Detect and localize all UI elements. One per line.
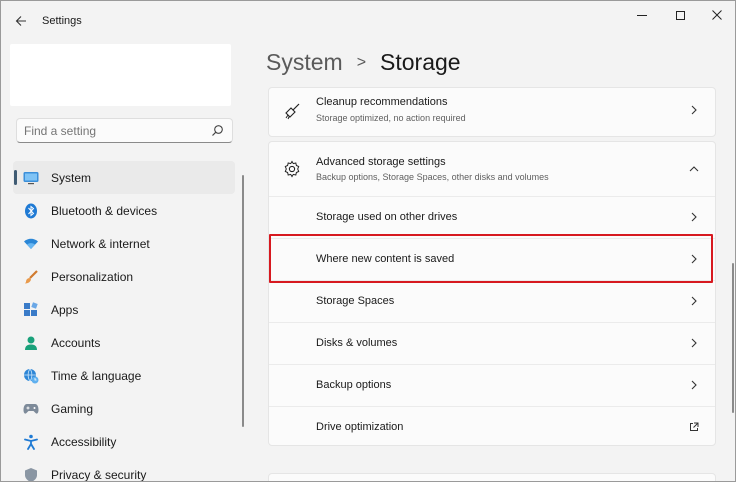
gamepad-icon (23, 401, 39, 417)
sidebar-item-label: Personalization (51, 269, 134, 284)
sidebar-item-label: Privacy & security (51, 467, 147, 482)
sidebar-scrollbar[interactable] (242, 175, 244, 427)
monitor-icon (23, 170, 39, 186)
row-label: Disks & volumes (316, 337, 398, 349)
apps-icon (23, 301, 39, 318)
bluetooth-icon (23, 203, 39, 219)
chevron-right-icon (691, 338, 697, 348)
disks-volumes-row[interactable]: Disks & volumes (269, 322, 715, 363)
sidebar-item-label: System (51, 170, 92, 185)
sidebar-item-bluetooth[interactable]: Bluetooth & devices (13, 194, 235, 227)
sidebar-item-accounts[interactable]: Accounts (13, 326, 235, 359)
active-indicator (14, 170, 17, 185)
sidebar-nav: System Bluetooth & devices Network & int… (13, 161, 235, 482)
search-input[interactable] (24, 124, 204, 138)
maximize-button[interactable] (662, 1, 698, 29)
page-title: Storage (380, 49, 461, 75)
sidebar-item-label: Apps (51, 302, 79, 317)
title-bar: Settings (1, 1, 735, 41)
broom-icon (283, 102, 301, 120)
back-button[interactable] (11, 11, 31, 31)
sidebar-item-label: Bluetooth & devices (51, 203, 158, 218)
breadcrumb-parent[interactable]: System (266, 49, 343, 76)
settings-window: Settings System Bluetooth & devices (0, 0, 736, 482)
profile-card[interactable] (10, 44, 231, 106)
sidebar-item-label: Network & internet (51, 236, 150, 251)
chevron-right-icon (691, 105, 697, 115)
breadcrumb-separator: > (356, 53, 367, 71)
maximize-icon (675, 10, 685, 20)
close-button[interactable] (699, 1, 735, 29)
wifi-icon (23, 236, 39, 252)
storage-spaces-row[interactable]: Storage Spaces (269, 280, 715, 321)
advanced-storage-header[interactable]: Advanced storage settings Backup options… (269, 142, 715, 196)
advanced-storage-settings-card: Advanced storage settings Backup options… (268, 141, 716, 446)
row-label: Drive optimization (316, 421, 404, 433)
sidebar-item-time-language[interactable]: Time & language (13, 359, 235, 392)
chevron-up-icon[interactable] (689, 164, 699, 174)
breadcrumb: System > Storage (266, 49, 461, 76)
accessibility-icon (23, 434, 39, 450)
row-label: Backup options (316, 379, 392, 391)
backup-options-row[interactable]: Backup options (269, 364, 715, 405)
cleanup-recommendations-card[interactable]: Cleanup recommendations Storage optimize… (268, 87, 716, 137)
main-scrollbar[interactable] (732, 263, 734, 413)
brush-icon (23, 269, 39, 285)
storage-other-drives-row[interactable]: Storage used on other drives (269, 196, 715, 237)
globe-clock-icon (23, 368, 39, 384)
minimize-icon (637, 14, 647, 16)
person-icon (23, 335, 39, 351)
sidebar-item-privacy-security[interactable]: Privacy & security (13, 458, 235, 482)
sidebar-item-apps[interactable]: Apps (13, 293, 235, 326)
sidebar-item-system[interactable]: System (13, 161, 235, 194)
chevron-right-icon (691, 380, 697, 390)
cleanup-subtitle: Storage optimized, no action required (316, 113, 466, 123)
search-icon[interactable] (211, 124, 224, 137)
external-link-icon (690, 422, 699, 431)
close-icon (712, 10, 722, 20)
cleanup-title: Cleanup recommendations (316, 96, 448, 108)
app-title: Settings (42, 15, 82, 27)
gear-icon (283, 160, 301, 178)
sidebar-item-label: Accounts (51, 335, 101, 350)
sidebar-item-network[interactable]: Network & internet (13, 227, 235, 260)
minimize-button[interactable] (624, 1, 660, 29)
shield-icon (23, 467, 39, 481)
row-label: Storage Spaces (316, 295, 395, 307)
next-card (268, 473, 716, 481)
chevron-right-icon (691, 212, 697, 222)
arrow-left-icon (15, 16, 26, 26)
search-box[interactable] (16, 118, 233, 143)
highlight-box (269, 234, 713, 283)
drive-optimization-row[interactable]: Drive optimization (269, 406, 715, 447)
sidebar-item-accessibility[interactable]: Accessibility (13, 425, 235, 458)
sidebar-item-personalization[interactable]: Personalization (13, 260, 235, 293)
sidebar-item-label: Gaming (51, 401, 94, 416)
row-label: Storage used on other drives (316, 211, 458, 223)
chevron-right-icon (691, 296, 697, 306)
advanced-storage-subtitle: Backup options, Storage Spaces, other di… (316, 172, 549, 182)
advanced-storage-title: Advanced storage settings (316, 156, 446, 168)
sidebar-item-gaming[interactable]: Gaming (13, 392, 235, 425)
sidebar-item-label: Time & language (51, 368, 142, 383)
sidebar-item-label: Accessibility (51, 434, 117, 449)
